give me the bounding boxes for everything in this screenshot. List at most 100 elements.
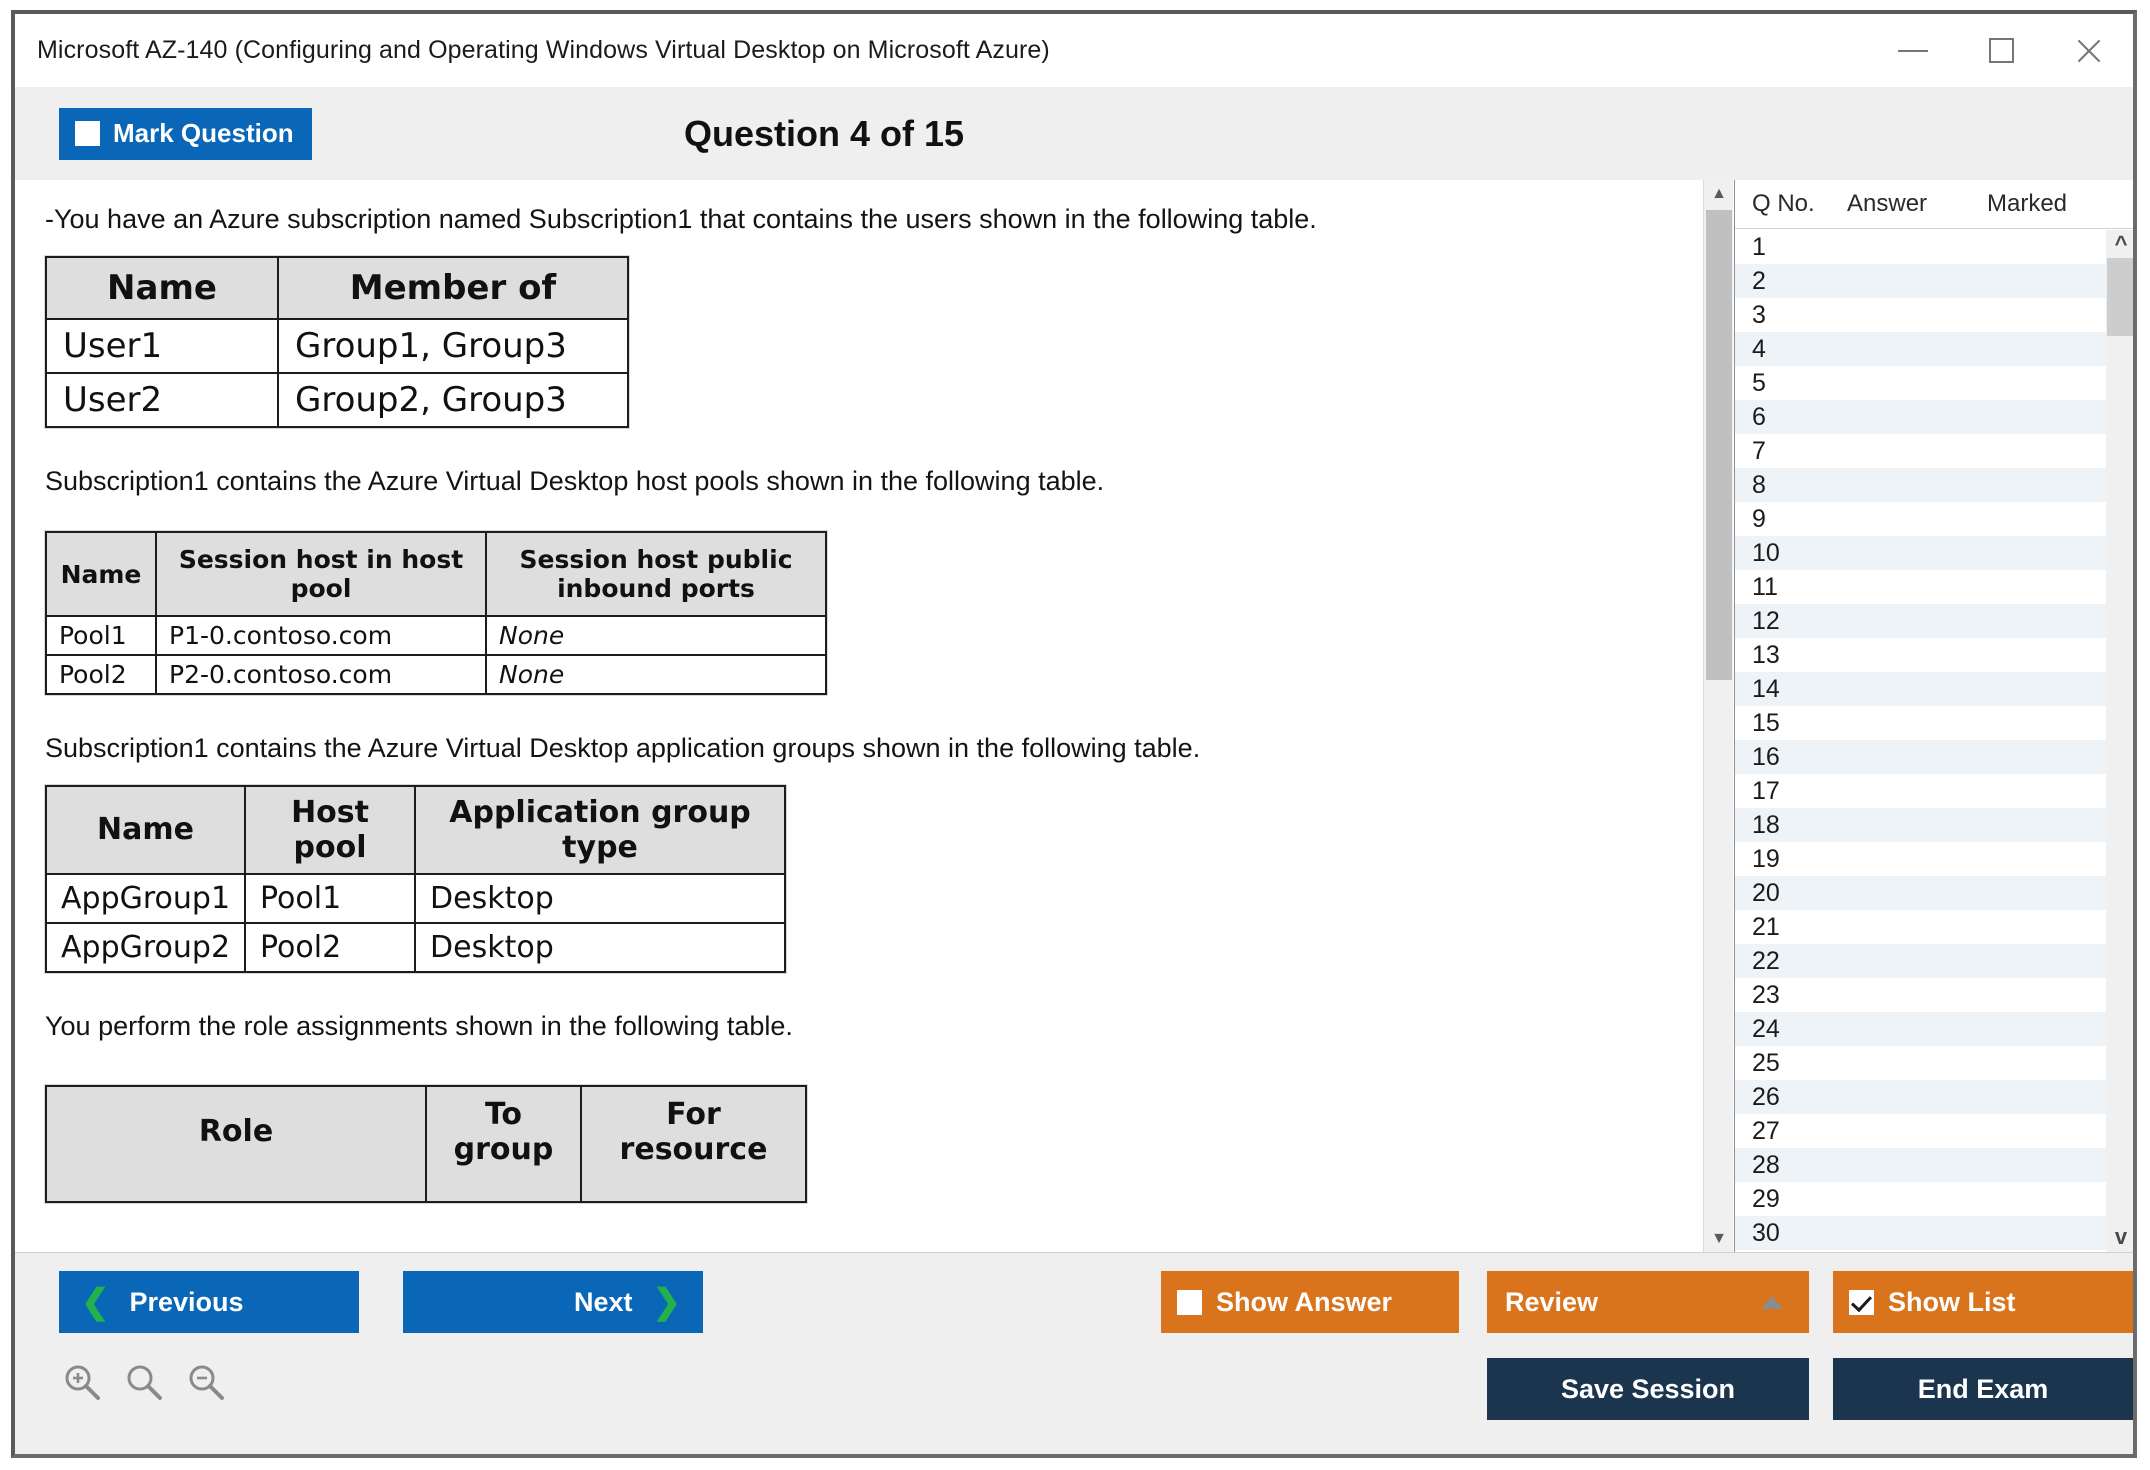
question-content-pane: -You have an Azure subscription named Su… — [15, 180, 1703, 1253]
question-counter: Question 4 of 15 — [683, 112, 965, 154]
zoom-controls — [61, 1361, 227, 1403]
minimize-icon — [1898, 49, 1928, 52]
question-list-number: 23 — [1752, 980, 1780, 1009]
show-answer-checkbox[interactable] — [1177, 1289, 1202, 1315]
table-header-row: Name Member of — [45, 255, 629, 320]
question-list-number: 24 — [1752, 1014, 1780, 1043]
review-dropdown-button[interactable]: Review — [1487, 1271, 1809, 1333]
appgroups-cell-hostpool: Pool1 — [244, 872, 417, 924]
question-list-row[interactable]: 30 — [1735, 1216, 2106, 1250]
table-row: User1 Group1, Group3 — [45, 317, 629, 374]
question-list-row[interactable]: 6 — [1735, 400, 2106, 434]
table-row: User2 Group2, Group3 — [45, 371, 629, 428]
next-button[interactable]: Next ❯ — [403, 1271, 703, 1333]
table-row: AppGroup2 Pool2 Desktop — [44, 921, 787, 973]
question-list-row[interactable]: 2 — [1735, 264, 2106, 298]
show-list-button[interactable]: Show List — [1833, 1271, 2133, 1333]
scroll-down-icon[interactable]: ▼ — [1704, 1225, 1734, 1253]
question-list-number: 3 — [1752, 300, 1766, 329]
question-list-number: 30 — [1752, 1218, 1780, 1247]
qlist-scroll-down-icon[interactable]: v — [2106, 1223, 2133, 1251]
end-exam-button[interactable]: End Exam — [1833, 1358, 2133, 1420]
question-list-row[interactable]: 16 — [1735, 740, 2106, 774]
content-scrollbar[interactable]: ▲ ▼ — [1703, 180, 1733, 1253]
question-list-row[interactable]: 14 — [1735, 672, 2106, 706]
appgroups-header-hostpool: Host pool — [244, 784, 417, 875]
review-label: Review — [1505, 1286, 1599, 1317]
question-header-bar: Mark Question Question 4 of 15 — [15, 87, 2133, 180]
question-list-row[interactable]: 10 — [1735, 536, 2106, 570]
appgroups-header-type: Application group type — [414, 784, 787, 875]
minimize-button[interactable] — [1869, 14, 1957, 87]
question-list-row[interactable]: 1 — [1735, 230, 2106, 264]
hostpools-cell-name: Pool2 — [45, 654, 157, 696]
table-header-row: Name Session host in host pool Session h… — [45, 531, 827, 618]
question-list-row[interactable]: 4 — [1735, 332, 2106, 366]
content-scrollbar-thumb[interactable] — [1706, 210, 1732, 680]
question-list-row[interactable]: 25 — [1735, 1046, 2106, 1080]
question-list-row[interactable]: 7 — [1735, 434, 2106, 468]
save-session-button[interactable]: Save Session — [1487, 1358, 1809, 1420]
question-list-row[interactable]: 18 — [1735, 808, 2106, 842]
appgroups-cell-hostpool: Pool2 — [244, 921, 417, 973]
qlist-column-marked: Marked — [1987, 190, 2068, 217]
question-list-row[interactable]: 3 — [1735, 298, 2106, 332]
end-exam-label: End Exam — [1917, 1373, 2049, 1404]
users-cell-memberof: Group1, Group3 — [277, 317, 629, 374]
close-button[interactable] — [2045, 14, 2133, 87]
question-list-row[interactable]: 15 — [1735, 706, 2106, 740]
appgroups-table: Name Host pool Application group type Ap… — [44, 784, 787, 973]
save-session-label: Save Session — [1560, 1373, 1736, 1404]
appgroups-header-name: Name — [44, 784, 247, 875]
question-list-row[interactable]: 22 — [1735, 944, 2106, 978]
show-answer-button[interactable]: Show Answer — [1161, 1271, 1459, 1333]
question-list-row[interactable]: 28 — [1735, 1148, 2106, 1182]
question-list-header: Q No. Answer Marked — [1735, 180, 2133, 229]
question-list-row[interactable]: 21 — [1735, 910, 2106, 944]
roleassignments-header-togroup: To group — [425, 1084, 582, 1203]
mark-question-button[interactable]: Mark Question — [59, 107, 312, 160]
question-list-row[interactable]: 24 — [1735, 1012, 2106, 1046]
question-list-row[interactable]: 13 — [1735, 638, 2106, 672]
question-list-scrollbar-thumb[interactable] — [2107, 258, 2133, 336]
question-list-row[interactable]: 12 — [1735, 604, 2106, 638]
users-cell-name: User1 — [45, 317, 279, 374]
question-list-number: 11 — [1752, 572, 1778, 601]
question-list-panel: Q No. Answer Marked 1 2 3 4 5 6 7 8 9 10 11 12 13 14 1… — [1734, 180, 2133, 1253]
question-list-row[interactable]: 27 — [1735, 1114, 2106, 1148]
qlist-scroll-up-icon[interactable]: ^ — [2106, 230, 2133, 258]
question-list-number: 20 — [1752, 878, 1780, 907]
question-list-row[interactable]: 29 — [1735, 1182, 2106, 1216]
question-list-row[interactable]: 9 — [1735, 502, 2106, 536]
question-list-row[interactable]: 26 — [1735, 1080, 2106, 1114]
question-list-row[interactable]: 23 — [1735, 978, 2106, 1012]
question-list-row[interactable]: 5 — [1735, 366, 2106, 400]
window-titlebar: Microsoft AZ-140 (Configuring and Operat… — [15, 14, 2133, 87]
question-list-row[interactable]: 11 — [1735, 570, 2106, 604]
scroll-up-icon[interactable]: ▲ — [1704, 180, 1734, 208]
show-list-checkbox[interactable] — [1849, 1289, 1874, 1315]
question-paragraph-1: -You have an Azure subscription named Su… — [45, 204, 1317, 234]
appgroups-cell-type: Desktop — [414, 872, 787, 924]
question-list-row[interactable]: 17 — [1735, 774, 2106, 808]
question-list-row[interactable]: 19 — [1735, 842, 2106, 876]
mark-question-label: Mark Question — [113, 118, 294, 148]
zoom-in-icon[interactable] — [61, 1361, 103, 1403]
maximize-button[interactable] — [1957, 14, 2045, 87]
chevron-left-icon: ❮ — [81, 1283, 110, 1321]
question-list-row[interactable]: 8 — [1735, 468, 2106, 502]
question-list-row[interactable]: 20 — [1735, 876, 2106, 910]
zoom-out-icon[interactable] — [185, 1361, 227, 1403]
mark-question-checkbox[interactable] — [75, 121, 100, 146]
previous-button[interactable]: ❮ Previous — [59, 1271, 359, 1333]
hostpools-header-sessionhost: Session host in host pool — [155, 531, 487, 618]
next-button-label: Next — [573, 1286, 633, 1317]
table-row: AppGroup1 Pool1 Desktop — [44, 872, 787, 924]
zoom-reset-icon[interactable] — [123, 1361, 165, 1403]
question-list-scrollbar[interactable]: ^ v — [2106, 230, 2133, 1253]
question-list-body[interactable]: 1 2 3 4 5 6 7 8 9 10 11 12 13 14 15 16 17 18 19 20 21 22 23 24 2… — [1735, 230, 2106, 1253]
question-list-number: 12 — [1752, 606, 1780, 635]
